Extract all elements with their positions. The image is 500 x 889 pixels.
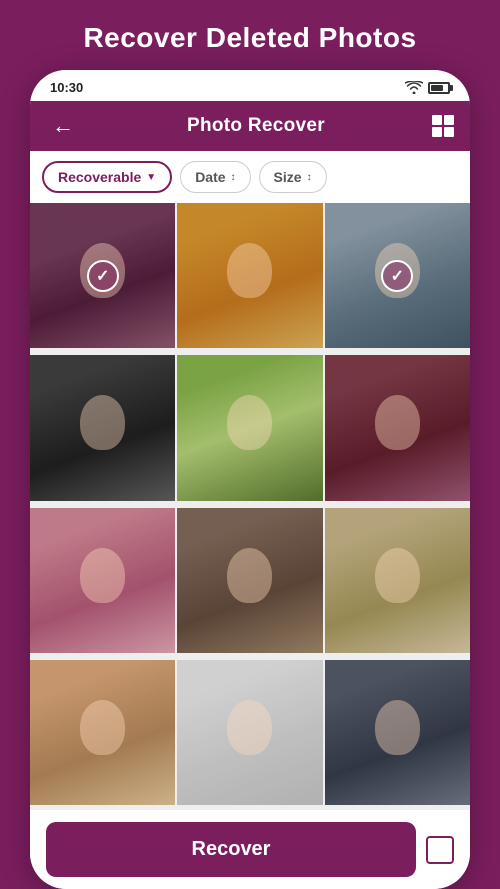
photo-cell[interactable] xyxy=(30,508,175,653)
bottom-bar: Recover xyxy=(30,810,470,889)
top-bar: ← Photo Recover xyxy=(30,101,470,151)
select-all-checkbox[interactable] xyxy=(426,836,454,864)
battery-icon xyxy=(428,82,450,94)
date-sort-arrows: ↕ xyxy=(231,172,236,183)
photo-cell[interactable] xyxy=(30,355,175,500)
size-label: Size xyxy=(274,169,302,185)
photo-cell[interactable] xyxy=(177,203,322,348)
size-sort-arrows: ↕ xyxy=(307,172,312,183)
wifi-icon xyxy=(405,81,423,94)
photo-cell[interactable] xyxy=(325,508,470,653)
photo-grid: ✓✓ xyxy=(30,203,470,810)
date-filter[interactable]: Date ↕ xyxy=(180,161,250,193)
selection-check: ✓ xyxy=(381,260,413,292)
status-icons xyxy=(405,81,450,94)
recoverable-label: Recoverable xyxy=(58,169,141,185)
photo-cell[interactable] xyxy=(177,660,322,805)
photo-cell[interactable] xyxy=(177,355,322,500)
filter-bar: Recoverable ▼ Date ↕ Size ↕ xyxy=(30,151,470,203)
status-bar: 10:30 xyxy=(30,70,470,101)
photo-cell[interactable] xyxy=(30,660,175,805)
recover-button[interactable]: Recover xyxy=(46,822,416,877)
photo-cell[interactable] xyxy=(177,508,322,653)
page-title: Recover Deleted Photos xyxy=(63,0,436,70)
top-bar-title: Photo Recover xyxy=(187,115,325,137)
photo-cell[interactable] xyxy=(325,660,470,805)
grid-view-icon[interactable] xyxy=(432,115,454,137)
status-time: 10:30 xyxy=(50,80,83,95)
phone-frame: 10:30 ← Photo Recover Recoverable ▼ xyxy=(30,70,470,889)
recoverable-dropdown-arrow: ▼ xyxy=(146,172,156,183)
photo-cell[interactable]: ✓ xyxy=(325,203,470,348)
recoverable-filter[interactable]: Recoverable ▼ xyxy=(42,161,172,193)
date-label: Date xyxy=(195,169,225,185)
photo-cell[interactable] xyxy=(325,355,470,500)
photo-cell[interactable]: ✓ xyxy=(30,203,175,348)
selection-check: ✓ xyxy=(87,260,119,292)
back-button[interactable]: ← xyxy=(46,111,80,141)
size-filter[interactable]: Size ↕ xyxy=(259,161,327,193)
